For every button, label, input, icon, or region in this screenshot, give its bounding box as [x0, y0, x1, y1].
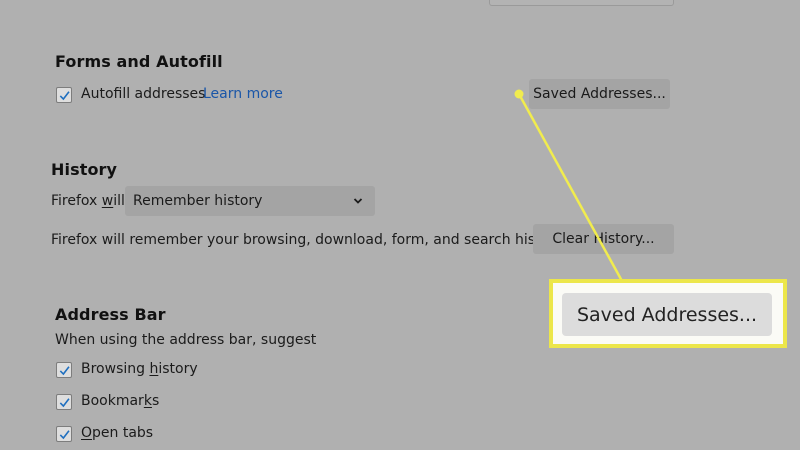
zoom-callout: Saved Addresses... [549, 279, 787, 348]
callout-pointer-line [517, 93, 624, 282]
callout-pointer-dot [514, 89, 524, 99]
callout-saved-addresses-button: Saved Addresses... [562, 293, 772, 336]
callout-pointer [514, 89, 624, 282]
